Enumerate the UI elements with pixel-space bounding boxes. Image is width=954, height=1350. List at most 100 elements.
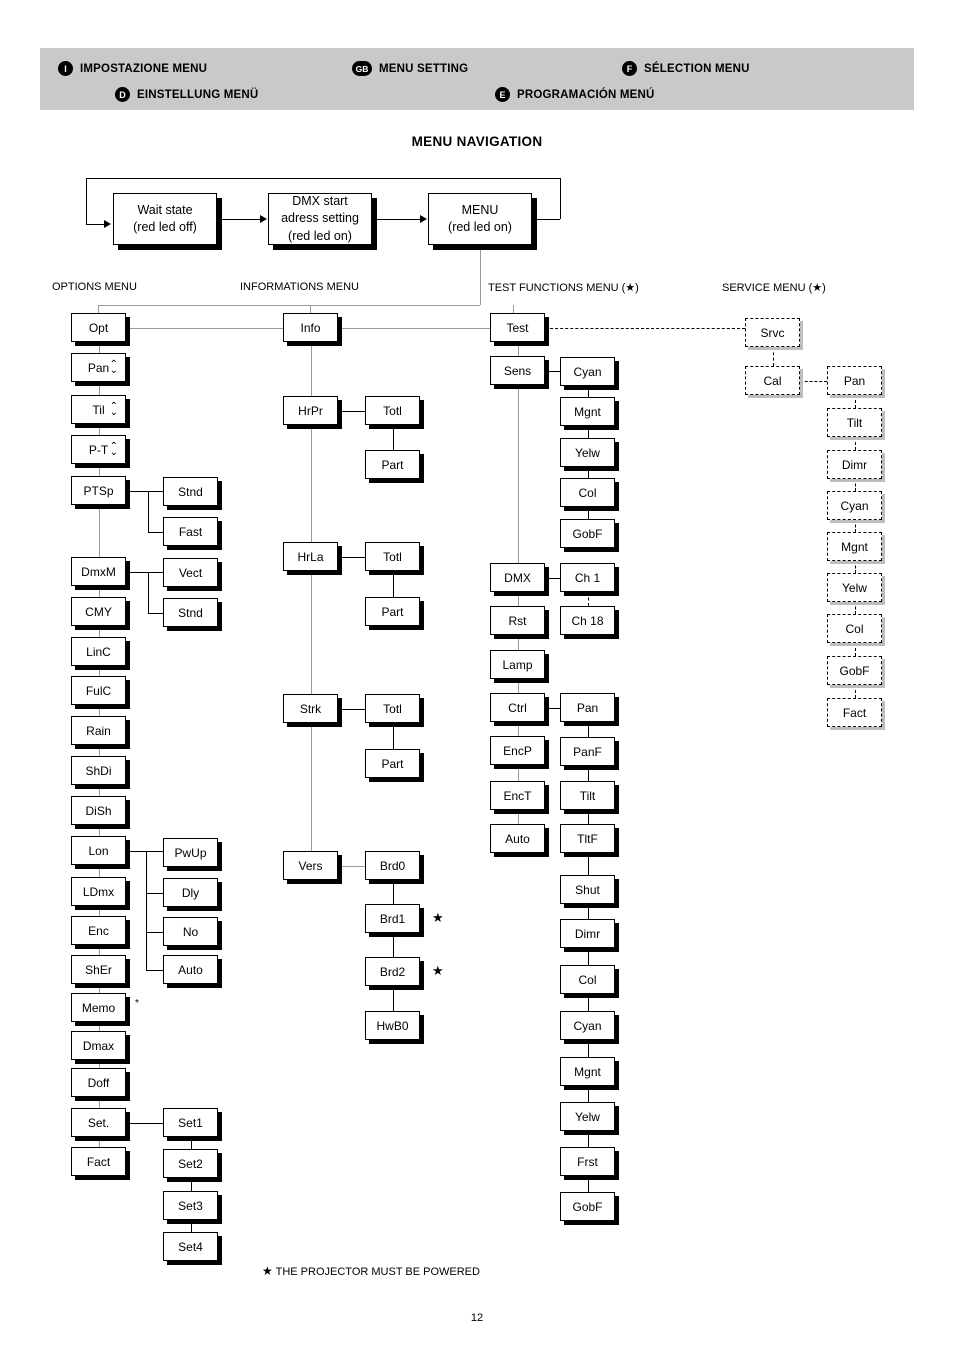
- node-opt-root[interactable]: Opt: [71, 313, 126, 342]
- node-sens-yelw[interactable]: Yelw: [560, 438, 615, 467]
- node-ctrl-mgnt[interactable]: Mgnt: [560, 1057, 615, 1086]
- node-sens-gobf[interactable]: GobF: [560, 519, 615, 548]
- node-lon-child-pwup[interactable]: PwUp: [163, 838, 218, 867]
- node-hrpr-totl[interactable]: Totl: [365, 396, 420, 425]
- node-opt-til[interactable]: Til ⌃ ⌄: [71, 395, 126, 424]
- node-ctrl-col[interactable]: Col: [560, 965, 615, 994]
- node-ctrl-tilt[interactable]: Tilt: [560, 781, 615, 810]
- node-vers-hwb0[interactable]: HwB0: [365, 1011, 420, 1040]
- dmx-chain-dashed: [587, 592, 589, 606]
- node-test-rst[interactable]: Rst: [490, 606, 545, 635]
- node-label: HrLa: [297, 549, 324, 564]
- node-opt-cmy[interactable]: CMY: [71, 597, 126, 626]
- node-opt-ldmx[interactable]: LDmx: [71, 877, 126, 906]
- node-vers-brd0[interactable]: Brd0: [365, 851, 420, 880]
- state-box-2[interactable]: DMX start adress setting (red led on): [268, 193, 372, 245]
- node-hrpr-part[interactable]: Part: [365, 450, 420, 479]
- node-info-root[interactable]: Info: [283, 313, 338, 342]
- node-opt-fulc[interactable]: FulC: [71, 676, 126, 705]
- node-opt-dmxm[interactable]: DmxM: [71, 557, 126, 586]
- node-opt-set-[interactable]: Set.: [71, 1108, 126, 1137]
- node-dmxm-child-stnd[interactable]: Stnd: [163, 598, 218, 627]
- node-opt-sher[interactable]: ShEr: [71, 955, 126, 984]
- node-label: Auto: [505, 831, 530, 846]
- node-test-auto[interactable]: Auto: [490, 824, 545, 853]
- node-ctrl-pan[interactable]: Pan: [560, 693, 615, 722]
- node-set-child-set4[interactable]: Set4: [163, 1232, 218, 1261]
- node-strk-totl[interactable]: Totl: [365, 694, 420, 723]
- node-test-sens[interactable]: Sens: [490, 356, 545, 385]
- node-info-hrpr[interactable]: HrPr: [283, 396, 338, 425]
- node-opt-doff[interactable]: Doff: [71, 1068, 126, 1097]
- node-ctrl-dimr[interactable]: Dimr: [560, 919, 615, 948]
- node-dmx-ch-18[interactable]: Ch 18: [560, 606, 615, 635]
- node-lon-child-auto[interactable]: Auto: [163, 955, 218, 984]
- state-box-3[interactable]: MENU (red led on): [428, 193, 532, 245]
- node-ctrl-frst[interactable]: Frst: [560, 1147, 615, 1176]
- node-ctrl-shut[interactable]: Shut: [560, 875, 615, 904]
- node-label: Part: [381, 756, 404, 771]
- node-hrla-totl[interactable]: Totl: [365, 542, 420, 571]
- node-cal-pan[interactable]: Pan: [827, 366, 882, 395]
- node-strk-part[interactable]: Part: [365, 749, 420, 778]
- node-opt-pan[interactable]: Pan ⌃ ⌄: [71, 353, 126, 382]
- node-test-ctrl[interactable]: Ctrl: [490, 693, 545, 722]
- node-sens-mgnt[interactable]: Mgnt: [560, 397, 615, 426]
- node-label: Lamp: [502, 657, 533, 672]
- node-dmx-ch-1[interactable]: Ch 1: [560, 563, 615, 592]
- node-info-vers[interactable]: Vers: [283, 851, 338, 880]
- node-cal-mgnt[interactable]: Mgnt: [827, 532, 882, 561]
- node-srvc-root[interactable]: Srvc: [745, 318, 800, 347]
- node-ctrl-gobf[interactable]: GobF: [560, 1192, 615, 1221]
- ptsp-branch: [126, 490, 163, 492]
- node-set-child-set3[interactable]: Set3: [163, 1191, 218, 1220]
- node-opt-memo[interactable]: Memo: [71, 993, 126, 1022]
- node-lon-child-no[interactable]: No: [163, 917, 218, 946]
- node-opt-lon[interactable]: Lon: [71, 836, 126, 865]
- node-lon-child-dly[interactable]: Dly: [163, 878, 218, 907]
- node-ctrl-cyan[interactable]: Cyan: [560, 1011, 615, 1040]
- node-ptsp-child-stnd[interactable]: Stnd: [163, 477, 218, 506]
- node-test-root[interactable]: Test: [490, 313, 545, 342]
- node-test-lamp[interactable]: Lamp: [490, 650, 545, 679]
- node-test-enct[interactable]: EncT: [490, 781, 545, 810]
- node-info-strk[interactable]: Strk: [283, 694, 338, 723]
- node-set-child-set1[interactable]: Set1: [163, 1108, 218, 1137]
- dmx-branch: [545, 577, 560, 579]
- node-test-encp[interactable]: EncP: [490, 736, 545, 765]
- node-test-dmx[interactable]: DMX: [490, 563, 545, 592]
- node-sens-cyan[interactable]: Cyan: [560, 357, 615, 386]
- node-set-child-set2[interactable]: Set2: [163, 1149, 218, 1178]
- node-ctrl-yelw[interactable]: Yelw: [560, 1102, 615, 1131]
- node-text-line: (red led on): [288, 228, 352, 243]
- node-dmxm-child-vect[interactable]: Vect: [163, 558, 218, 587]
- node-cal-dimr[interactable]: Dimr: [827, 450, 882, 479]
- node-label: GobF: [839, 663, 870, 678]
- language-entry-english: GB MENU SETTING: [352, 61, 468, 76]
- node-cal-fact[interactable]: Fact: [827, 698, 882, 727]
- node-opt-linc[interactable]: LinC: [71, 637, 126, 666]
- node-vers-brd1[interactable]: Brd1: [365, 904, 420, 933]
- node-opt-ptsp[interactable]: PTSp: [71, 476, 126, 505]
- node-ctrl-panf[interactable]: PanF: [560, 737, 615, 766]
- node-info-hrla[interactable]: HrLa: [283, 542, 338, 571]
- state-box-1[interactable]: Wait state (red led off): [113, 193, 217, 245]
- node-cal-cyan[interactable]: Cyan: [827, 491, 882, 520]
- node-vers-brd2[interactable]: Brd2: [365, 957, 420, 986]
- node-opt-dish[interactable]: DiSh: [71, 796, 126, 825]
- node-opt-fact[interactable]: Fact: [71, 1147, 126, 1176]
- node-opt-enc[interactable]: Enc: [71, 916, 126, 945]
- node-hrla-part[interactable]: Part: [365, 597, 420, 626]
- node-opt-p-t[interactable]: P-T ⌃ ⌄: [71, 435, 126, 464]
- node-cal-gobf[interactable]: GobF: [827, 656, 882, 685]
- node-cal-yelw[interactable]: Yelw: [827, 573, 882, 602]
- node-sens-col[interactable]: Col: [560, 478, 615, 507]
- node-opt-rain[interactable]: Rain: [71, 716, 126, 745]
- node-opt-shdi[interactable]: ShDi: [71, 756, 126, 785]
- node-ctrl-tltf[interactable]: TltF: [560, 824, 615, 853]
- node-cal-tilt[interactable]: Tilt: [827, 408, 882, 437]
- node-cal-col[interactable]: Col: [827, 614, 882, 643]
- node-opt-dmax[interactable]: Dmax: [71, 1031, 126, 1060]
- node-cal[interactable]: Cal: [745, 366, 800, 395]
- node-ptsp-child-fast[interactable]: Fast: [163, 517, 218, 546]
